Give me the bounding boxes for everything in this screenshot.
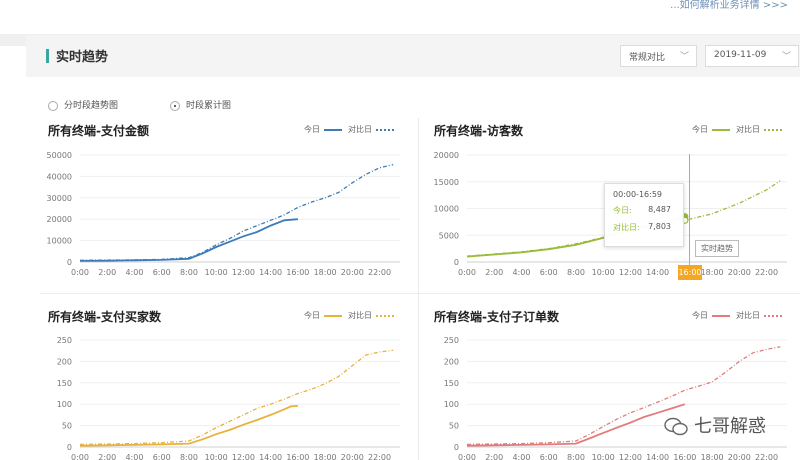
x-tick-label: 6:00 bbox=[540, 453, 558, 460]
x-tick-label: 10:00 bbox=[592, 453, 615, 460]
tooltip-compare-label: 对比日: bbox=[613, 223, 640, 232]
chat-bubble-icon bbox=[664, 417, 688, 436]
y-tick-label: 100 bbox=[444, 400, 459, 409]
watermark: 七哥解惑 bbox=[664, 412, 766, 438]
x-tick-label: 8:00 bbox=[567, 453, 585, 460]
x-tick-label: 22:00 bbox=[755, 453, 778, 460]
hover-crosshair bbox=[689, 154, 690, 265]
tooltip-range: 00:00-16:59 bbox=[613, 190, 662, 199]
series-today-line bbox=[466, 403, 686, 447]
x-tick-label: 2:00 bbox=[485, 453, 503, 460]
x-tick-label: 14:00 bbox=[646, 453, 669, 460]
tooltip-compare-value: 7,803 bbox=[648, 222, 671, 231]
watermark-text: 七哥解惑 bbox=[694, 416, 766, 437]
y-tick-label: 250 bbox=[444, 336, 459, 345]
y-tick-label: 150 bbox=[444, 379, 459, 388]
x-tick-label: 16:00 bbox=[673, 453, 696, 460]
x-tick-label: 20:00 bbox=[728, 453, 751, 460]
hover-tip: 实时趋势 bbox=[695, 240, 739, 257]
x-tick-label: 4:00 bbox=[512, 453, 530, 460]
highlighted-x-tick: 16:00 bbox=[678, 265, 702, 280]
x-tick-label: 18:00 bbox=[701, 453, 724, 460]
y-tick-label: 0 bbox=[454, 443, 459, 452]
tooltip-today-value: 8,487 bbox=[648, 205, 671, 214]
y-tick-label: 200 bbox=[444, 357, 459, 366]
x-tick-label: 0:00 bbox=[458, 453, 476, 460]
tooltip-today-label: 今日: bbox=[613, 206, 632, 215]
data-tooltip: 00:00-16:59 今日: 8,487 对比日: 7,803 bbox=[604, 183, 684, 247]
x-tick-label: 12:00 bbox=[619, 453, 642, 460]
y-tick-label: 50 bbox=[449, 422, 459, 431]
